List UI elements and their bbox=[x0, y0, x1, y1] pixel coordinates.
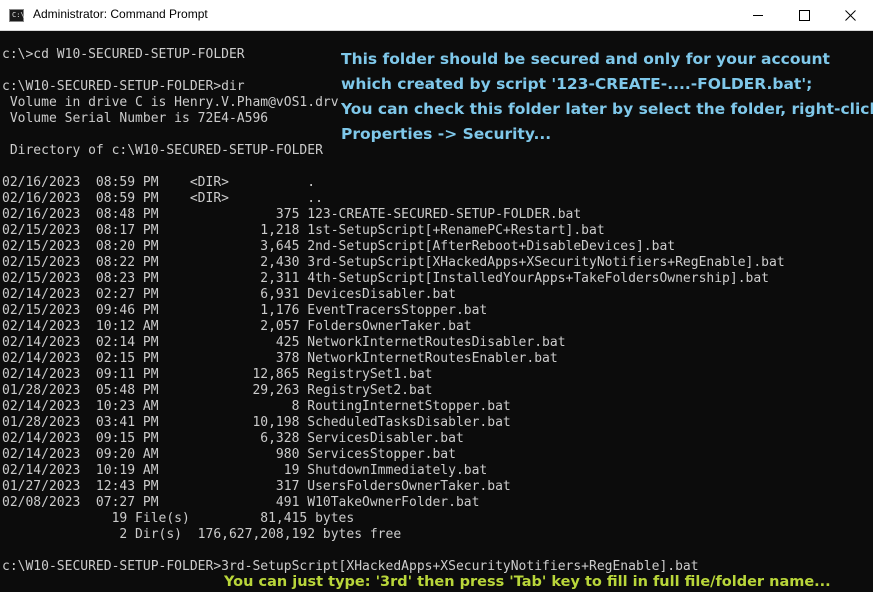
close-icon bbox=[844, 9, 856, 21]
annotation-top-note-line: which created by script '123-CREATE-....… bbox=[341, 75, 813, 93]
console-line: 02/14/2023 09:11 PM 12,865 RegistrySet1.… bbox=[2, 367, 433, 382]
minimize-icon bbox=[753, 14, 763, 16]
console-line: 2 Dir(s) 176,627,208,192 bytes free bbox=[2, 527, 402, 542]
maximize-button[interactable] bbox=[781, 0, 827, 30]
console-line: 02/14/2023 10:19 AM 19 ShutdownImmediate… bbox=[2, 463, 488, 478]
console-line: 02/16/2023 08:48 PM 375 123-CREATE-SECUR… bbox=[2, 207, 582, 222]
command-prompt-window: C:\ Administrator: Command Prompt c:\>cd… bbox=[0, 0, 873, 592]
console-line: 02/16/2023 08:59 PM <DIR> .. bbox=[2, 191, 323, 206]
console-line: 19 File(s) 81,415 bytes bbox=[2, 511, 355, 526]
console-line: 02/14/2023 02:14 PM 425 NetworkInternetR… bbox=[2, 335, 566, 350]
command-prompt-icon[interactable]: C:\ bbox=[9, 9, 25, 22]
console-line: 01/27/2023 12:43 PM 317 UsersFoldersOwne… bbox=[2, 479, 511, 494]
annotation-top-note-line: Properties -> Security... bbox=[341, 125, 552, 143]
console-line: 02/14/2023 02:27 PM 6,931 DevicesDisable… bbox=[2, 287, 456, 302]
console-line: 02/15/2023 08:17 PM 1,218 1st-SetupScrip… bbox=[2, 223, 605, 238]
console-line: 01/28/2023 03:41 PM 10,198 ScheduledTask… bbox=[2, 415, 511, 430]
annotation-top-note-line: You can check this folder later by selec… bbox=[341, 100, 873, 118]
console-line: 02/14/2023 09:15 PM 6,328 ServicesDisabl… bbox=[2, 431, 464, 446]
console-line: 02/15/2023 08:20 PM 3,645 2nd-SetupScrip… bbox=[2, 239, 676, 254]
console-line: 01/28/2023 05:48 PM 29,263 RegistrySet2.… bbox=[2, 383, 433, 398]
annotation-top-note: This folder should be secured and only f… bbox=[341, 47, 873, 147]
console-line: 02/15/2023 09:46 PM 1,176 EventTracersSt… bbox=[2, 303, 488, 318]
console-line: 02/14/2023 10:23 AM 8 RoutingInternetSto… bbox=[2, 399, 511, 414]
console-line: 02/15/2023 08:23 PM 2,311 4th-SetupScrip… bbox=[2, 271, 770, 286]
annotation-top-note-line: This folder should be secured and only f… bbox=[341, 50, 830, 68]
console-line: 02/14/2023 02:15 PM 378 NetworkInternetR… bbox=[2, 351, 558, 366]
annotation-bottom-note: You can just type: '3rd' then press 'Tab… bbox=[224, 573, 873, 592]
console-line: 02/14/2023 10:12 AM 2,057 FoldersOwnerTa… bbox=[2, 319, 472, 334]
console-line: 02/08/2023 07:27 PM 491 W10TakeOwnerFold… bbox=[2, 495, 480, 510]
console-line: 02/15/2023 08:22 PM 2,430 3rd-SetupScrip… bbox=[2, 255, 785, 270]
console-line: 02/14/2023 09:20 AM 980 ServicesStopper.… bbox=[2, 447, 456, 462]
window-title: Administrator: Command Prompt bbox=[33, 7, 208, 21]
app-icon-label: C:\ bbox=[12, 11, 25, 19]
title-bar[interactable]: C:\ Administrator: Command Prompt bbox=[0, 0, 873, 31]
maximize-icon bbox=[798, 9, 810, 21]
minimize-button[interactable] bbox=[735, 0, 781, 30]
console-line: 02/16/2023 08:59 PM <DIR> . bbox=[2, 175, 316, 190]
close-button[interactable] bbox=[827, 0, 873, 30]
